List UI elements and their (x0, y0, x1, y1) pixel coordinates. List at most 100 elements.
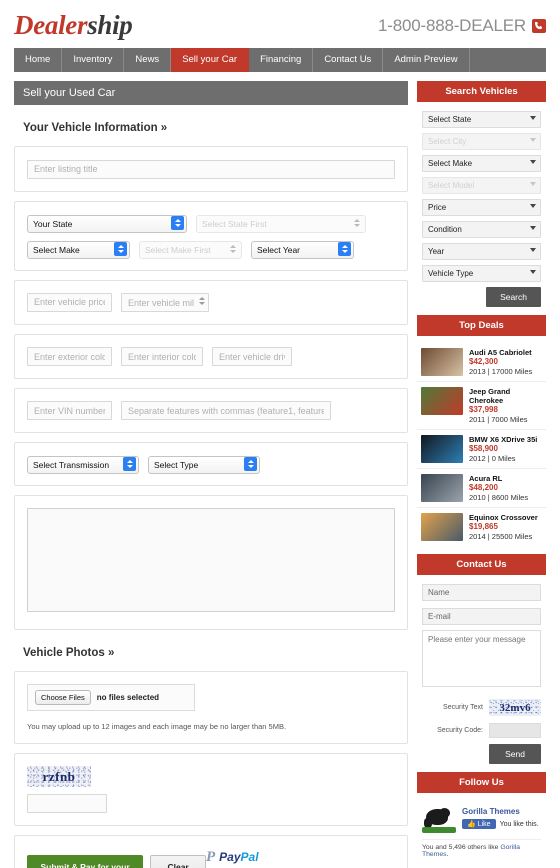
deal-title: BMW X6 XDrive 35i (469, 435, 538, 444)
nav-item-financing[interactable]: Financing (249, 48, 314, 72)
paypal-logo: P PayPal (206, 848, 375, 866)
vehicle-miles-input[interactable] (121, 293, 209, 312)
facebook-page-name[interactable]: Gorilla Themes (462, 807, 541, 816)
search-select-model[interactable]: Select Model (422, 175, 541, 194)
vin-number-input[interactable] (27, 401, 112, 420)
panel-vin-features (14, 388, 408, 433)
clear-form-button[interactable]: Clear form (150, 854, 206, 868)
deal-thumbnail (421, 387, 463, 415)
contact-message-textarea[interactable] (422, 630, 541, 687)
top-deals-list: Audi A5 Cabriolet $42,300 2013 | 17000 M… (417, 343, 546, 546)
thumbs-up-icon: 👍 (467, 821, 476, 828)
panel-transmission-type: Select Transmission Select Type (14, 442, 408, 486)
interior-color-input[interactable] (121, 347, 203, 366)
panel-listing-title (14, 146, 408, 192)
upload-note: You may upload up to 12 images and each … (27, 722, 287, 731)
search-select-year[interactable]: Year (422, 241, 541, 260)
phone-icon (532, 19, 546, 33)
deal-thumbnail (421, 435, 463, 463)
panel-location-vehicle: Your State Select State First Select Mak… (14, 200, 408, 271)
contact-us-form: Security Text 32mv6 Security Code: Send (417, 582, 546, 764)
list-item[interactable]: Jeep Grand Cherokee $37,998 2011 | 7000 … (417, 382, 546, 430)
file-upload-control[interactable]: Choose Files no files selected (27, 684, 195, 711)
nav-item-sell-your-car[interactable]: Sell your Car (171, 48, 250, 72)
deal-meta: 2012 | 0 Miles (469, 454, 516, 463)
panel-description (14, 495, 408, 630)
search-button[interactable]: Search (486, 287, 541, 307)
nav-item-news[interactable]: News (124, 48, 172, 72)
contact-us-widget: Contact Us Security Text 32mv6 Security … (417, 554, 546, 764)
search-select-make[interactable]: Select Make (422, 153, 541, 172)
security-code-row: Security Code: (422, 723, 541, 738)
your-state-select[interactable]: Your State (27, 214, 187, 233)
search-select-condition[interactable]: Condition (422, 219, 541, 238)
deal-price: $58,900 (469, 444, 498, 453)
paypal-text-pal: Pal (240, 850, 259, 864)
list-item[interactable]: Equinox Crossover $19,865 2014 | 25500 M… (417, 508, 546, 546)
select-year-select[interactable]: Select Year (251, 240, 354, 259)
search-select-city[interactable]: Select City (422, 131, 541, 150)
security-code-input[interactable] (489, 723, 541, 738)
contact-name-input[interactable] (422, 584, 541, 601)
page-title: Sell your Used Car (14, 81, 408, 105)
logo-text-primary: Dealer (14, 10, 88, 40)
search-select-price[interactable]: Price (422, 197, 541, 216)
contact-email-input[interactable] (422, 608, 541, 625)
description-textarea[interactable] (27, 508, 395, 612)
captcha-image: rzfnb (27, 766, 91, 787)
gorilla-logo-icon (422, 807, 456, 833)
vehicle-miles-stepper[interactable] (121, 293, 209, 312)
choose-files-button[interactable]: Choose Files (35, 690, 91, 705)
search-select-vehicle-type[interactable]: Vehicle Type (422, 263, 541, 282)
select-transmission-select[interactable]: Select Transmission (27, 455, 139, 474)
search-vehicles-widget: Search Vehicles Select State Select City… (417, 81, 546, 307)
deal-title: Acura RL (469, 474, 503, 483)
facebook-like-button[interactable]: 👍 Like (462, 819, 496, 829)
nav-item-inventory[interactable]: Inventory (62, 48, 125, 72)
listing-title-input[interactable] (27, 159, 395, 179)
deal-price: $42,300 (469, 357, 498, 366)
deal-title: Equinox Crossover (469, 513, 538, 522)
nav-item-home[interactable]: Home (14, 48, 63, 72)
main-content: Sell your Used Car Your Vehicle Informat… (14, 81, 408, 868)
facebook-like-box: Gorilla Themes 👍 Like You like this. You … (417, 800, 546, 862)
logo-text-secondary: ship (87, 10, 133, 40)
site-header: Dealership 1-800-888-DEALER (0, 0, 560, 48)
nav-item-contact-us[interactable]: Contact Us (313, 48, 384, 72)
deal-meta: 2010 | 8600 Miles (469, 493, 529, 502)
submit-pay-button[interactable]: Submit & Pay for your listing (27, 854, 144, 868)
select-make-first-select[interactable]: Select Make First (139, 240, 242, 259)
main-navigation: Home Inventory News Sell your Car Financ… (14, 48, 546, 72)
search-vehicles-heading: Search Vehicles (417, 81, 546, 102)
phone-number: 1-800-888-DEALER (378, 16, 526, 35)
section-heading-vehicle-photos: Vehicle Photos » (23, 647, 115, 659)
deal-price: $19,865 (469, 522, 498, 531)
follow-us-heading: Follow Us (417, 772, 546, 793)
vehicle-drive-input[interactable] (212, 347, 292, 366)
select-make-select[interactable]: Select Make (27, 240, 130, 259)
exterior-color-input[interactable] (27, 347, 112, 366)
deal-meta: 2011 | 7000 Miles (469, 415, 528, 424)
contact-us-heading: Contact Us (417, 554, 546, 575)
nav-item-admin-preview[interactable]: Admin Preview (383, 48, 470, 72)
sidebar: Search Vehicles Select State Select City… (417, 81, 546, 862)
captcha-input[interactable] (27, 794, 107, 813)
nav-filler (470, 48, 546, 72)
list-item[interactable]: Audi A5 Cabriolet $42,300 2013 | 17000 M… (417, 343, 546, 382)
social-proof-prefix: You and 5,496 others like (422, 844, 501, 851)
features-input[interactable] (121, 401, 331, 420)
deal-price: $48,200 (469, 483, 498, 492)
deal-thumbnail (421, 513, 463, 541)
send-button[interactable]: Send (489, 744, 541, 764)
search-select-state[interactable]: Select State (422, 109, 541, 128)
payment-logos: P PayPal MasterCard VISA AMERICAN EXPRES… (206, 848, 375, 868)
vehicle-price-input[interactable] (27, 292, 112, 312)
select-state-first-select[interactable]: Select State First (196, 214, 366, 233)
paypal-mark-icon: P (206, 848, 216, 865)
paypal-text-pay: Pay (219, 850, 241, 864)
list-item[interactable]: Acura RL $48,200 2010 | 8600 Miles (417, 469, 546, 508)
social-proof-suffix: . (446, 851, 449, 858)
select-type-select[interactable]: Select Type (148, 455, 260, 474)
panel-price-miles (14, 279, 408, 325)
list-item[interactable]: BMW X6 XDrive 35i $58,900 2012 | 0 Miles (417, 430, 546, 469)
